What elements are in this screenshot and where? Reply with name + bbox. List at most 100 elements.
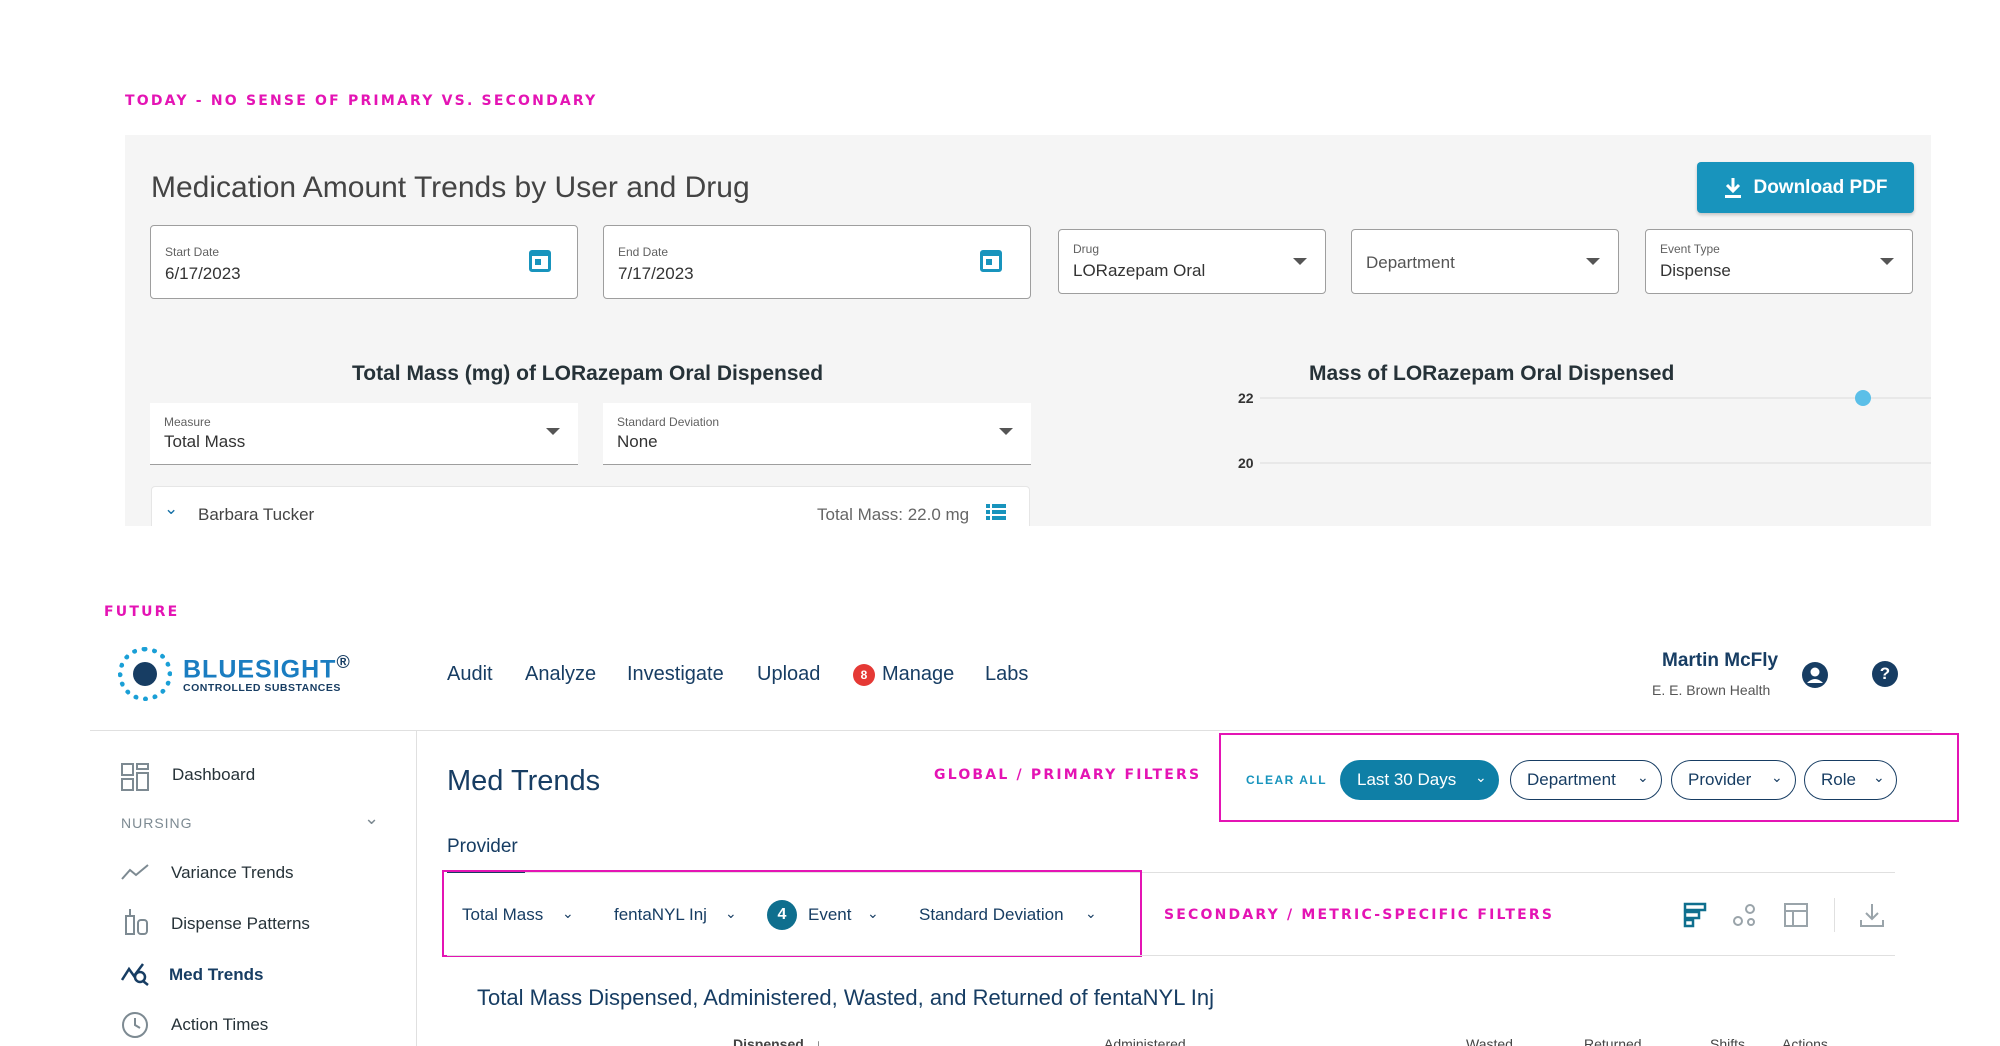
tab-provider[interactable]: Provider: [447, 836, 518, 858]
chevron-down-icon: ⌄: [1475, 769, 1487, 785]
help-icon[interactable]: ?: [1872, 661, 1898, 687]
sidebar-section-nursing[interactable]: NURSING: [121, 815, 193, 831]
right-chart-title: Mass of LORazepam Oral Dispensed: [1309, 362, 1675, 385]
nav-investigate[interactable]: Investigate: [627, 663, 724, 686]
header-divider: [90, 730, 1932, 731]
today-annotation: TODAY - NO SENSE OF PRIMARY VS. SECONDAR…: [125, 93, 598, 109]
nav-audit[interactable]: Audit: [447, 663, 493, 686]
left-chart-title: Total Mass (mg) of LORazepam Oral Dispen…: [352, 362, 824, 385]
chevron-down-icon[interactable]: ⌄: [867, 905, 879, 922]
nav-labs[interactable]: Labs: [985, 663, 1028, 686]
dashboard-icon: [121, 763, 149, 791]
today-panel: Medication Amount Trends by User and Dru…: [125, 135, 1931, 526]
caret-down-icon: [1586, 258, 1600, 265]
department-select[interactable]: Department: [1351, 229, 1619, 294]
department-placeholder: Department: [1366, 253, 1455, 272]
drug-value: LORazepam Oral: [1073, 261, 1206, 280]
calendar-icon[interactable]: [980, 250, 1002, 272]
chevron-down-icon[interactable]: ⌄: [1085, 905, 1097, 922]
user-name[interactable]: Martin McFly: [1662, 650, 1778, 672]
start-date-value: 6/17/2023: [165, 264, 241, 283]
logo-name: BLUESIGHT: [183, 655, 337, 684]
nav-upload[interactable]: Upload: [757, 663, 820, 686]
dispense-patterns-icon: [125, 909, 148, 935]
logo[interactable]: BLUESIGHT®: [183, 652, 351, 684]
user-row[interactable]: ⌄ Barbara Tucker Total Mass: 22.0 mg: [151, 486, 1030, 526]
logo-dot-icon: [133, 662, 157, 686]
measure-label: Measure: [164, 415, 211, 429]
column-administered[interactable]: Administered: [1104, 1036, 1186, 1046]
end-date-field[interactable]: End Date 7/17/2023: [603, 225, 1031, 299]
std-dev-filter[interactable]: Standard Deviation: [919, 905, 1064, 925]
filter-role-label: Role: [1821, 770, 1856, 789]
clear-all-button[interactable]: CLEAR ALL: [1246, 773, 1327, 787]
download-icon: [1725, 177, 1742, 198]
logo-subtitle: CONTROLLED SUBSTANCES: [183, 682, 341, 694]
sidebar-item-med-trends[interactable]: Med Trends: [169, 965, 263, 985]
start-date-field[interactable]: Start Date 6/17/2023: [150, 225, 578, 299]
y-tick-label: 22: [1238, 390, 1254, 406]
sort-arrow-icon[interactable]: ↓: [815, 1036, 822, 1046]
nav-manage[interactable]: Manage: [882, 663, 954, 686]
chevron-down-icon[interactable]: ⌄: [364, 808, 379, 829]
filter-last-30-days[interactable]: Last 30 Days ⌄: [1340, 760, 1499, 800]
sidebar-item-variance-trends[interactable]: Variance Trends: [171, 863, 294, 883]
chevron-down-icon: ⌄: [1771, 769, 1783, 785]
column-returned[interactable]: Returned: [1584, 1036, 1642, 1046]
y-tick-label: 20: [1238, 455, 1254, 471]
column-shifts[interactable]: Shifts: [1710, 1036, 1745, 1046]
event-type-value: Dispense: [1660, 261, 1731, 280]
scatter-chart: 22 20: [1238, 390, 1931, 471]
column-dispensed[interactable]: Dispensed: [733, 1036, 804, 1046]
measure-filter[interactable]: Total Mass: [462, 905, 543, 925]
clock-icon: [122, 1012, 148, 1038]
caret-down-icon: [1880, 258, 1894, 265]
chevron-down-icon[interactable]: ⌄: [725, 905, 737, 922]
std-dev-value: None: [617, 432, 658, 451]
scatter-view-icon[interactable]: [1732, 902, 1758, 928]
caret-down-icon: [999, 428, 1013, 435]
end-date-value: 7/17/2023: [618, 264, 694, 283]
download-pdf-label: Download PDF: [1753, 176, 1888, 198]
drug-label: Drug: [1073, 242, 1100, 256]
calendar-icon[interactable]: [529, 250, 551, 272]
account-icon[interactable]: [1801, 661, 1829, 689]
filter-department-label: Department: [1527, 770, 1616, 789]
data-point[interactable]: [1855, 390, 1871, 406]
download-icon[interactable]: [1859, 902, 1885, 928]
drug-filter[interactable]: fentaNYL Inj: [614, 905, 707, 925]
event-type-select[interactable]: Event Type Dispense: [1645, 229, 1913, 294]
nav-analyze[interactable]: Analyze: [525, 663, 596, 686]
secondary-filters-annotation: SECONDARY / METRIC-SPECIFIC FILTERS: [1164, 907, 1555, 923]
manage-badge: 8: [853, 664, 875, 686]
page-title: Med Trends: [447, 765, 601, 797]
download-pdf-button[interactable]: Download PDF: [1697, 162, 1914, 213]
chevron-down-icon[interactable]: ⌄: [164, 499, 178, 519]
chevron-down-icon[interactable]: ⌄: [562, 905, 574, 922]
filter-last-30-days-label: Last 30 Days: [1357, 770, 1457, 789]
variance-trends-icon: [121, 864, 149, 880]
measure-select[interactable]: Measure Total Mass: [150, 403, 578, 465]
list-icon[interactable]: [986, 503, 1006, 521]
toolbar-divider: [1834, 898, 1835, 932]
start-date-label: Start Date: [165, 245, 220, 259]
user-total: Total Mass: 22.0 mg: [817, 505, 970, 524]
event-filter[interactable]: Event: [808, 905, 851, 925]
caret-down-icon: [546, 428, 560, 435]
user-name: Barbara Tucker: [198, 505, 315, 524]
chart-title: Total Mass Dispensed, Administered, Wast…: [477, 985, 1214, 1010]
drug-select[interactable]: Drug LORazepam Oral: [1058, 229, 1326, 294]
filter-department[interactable]: Department ⌄: [1510, 760, 1662, 800]
bar-chart-view-icon[interactable]: [1683, 902, 1709, 928]
column-wasted[interactable]: Wasted: [1466, 1036, 1513, 1046]
std-dev-label: Standard Deviation: [617, 415, 720, 429]
column-actions[interactable]: Actions: [1782, 1036, 1828, 1046]
std-dev-select[interactable]: Standard Deviation None: [603, 403, 1031, 465]
sidebar-item-dispense-patterns[interactable]: Dispense Patterns: [171, 914, 310, 934]
filter-role[interactable]: Role ⌄: [1804, 760, 1897, 800]
chevron-down-icon: ⌄: [1637, 769, 1649, 785]
sidebar-item-dashboard[interactable]: Dashboard: [172, 765, 255, 785]
table-view-icon[interactable]: [1784, 903, 1808, 927]
sidebar-item-action-times[interactable]: Action Times: [171, 1015, 268, 1035]
filter-provider[interactable]: Provider ⌄: [1671, 760, 1796, 800]
